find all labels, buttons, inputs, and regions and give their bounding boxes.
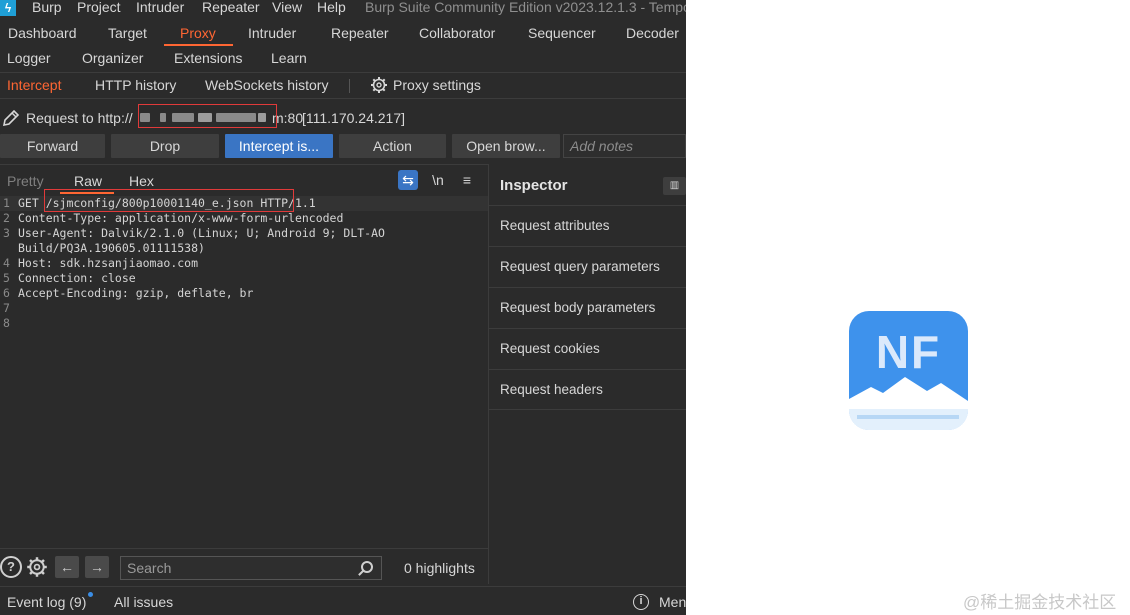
- window-title: Burp Suite Community Edition v2023.12.1.…: [365, 0, 686, 15]
- menu-intruder[interactable]: Intruder: [136, 0, 184, 15]
- request-ip: [111.170.24.217]: [302, 110, 406, 126]
- tab-dashboard[interactable]: Dashboard: [8, 25, 77, 41]
- tab-raw[interactable]: Raw: [74, 173, 102, 189]
- request-line: 7: [3, 301, 10, 315]
- help-icon[interactable]: ?: [0, 556, 22, 578]
- request-to-label: Request to http://: [26, 110, 133, 126]
- request-line: 8: [3, 316, 10, 330]
- request-editor: Pretty Raw Hex ⇆ \n ≡ 1 GET /sjmconfig/80…: [0, 164, 488, 548]
- request-line: 2 Content-Type: application/x-www-form-ur…: [3, 211, 344, 225]
- drop-button[interactable]: Drop: [111, 134, 219, 158]
- show-newlines-button[interactable]: \n: [428, 170, 448, 190]
- search-placeholder: Search: [127, 560, 172, 576]
- tab-proxy[interactable]: Proxy: [180, 25, 216, 41]
- tab-organizer[interactable]: Organizer: [82, 50, 143, 66]
- settings-gear-icon[interactable]: [26, 556, 48, 581]
- tab-hex[interactable]: Hex: [129, 173, 154, 189]
- tab-repeater[interactable]: Repeater: [331, 25, 389, 41]
- active-tab-underline: [164, 44, 233, 46]
- menu-repeater[interactable]: Repeater: [202, 0, 260, 15]
- tab-pretty[interactable]: Pretty: [7, 173, 44, 189]
- memory-indicator: Men: [659, 594, 686, 610]
- proxy-settings-button[interactable]: Proxy settings: [393, 77, 481, 93]
- status-bar: Event log (9) All issues i Men: [0, 586, 686, 615]
- highlights-count: 0 highlights: [404, 560, 475, 576]
- inspector-layout-icon[interactable]: ▥: [663, 177, 686, 195]
- request-line: 4 Host: sdk.hzsanjiaomao.com: [3, 256, 199, 270]
- subtab-intercept[interactable]: Intercept: [7, 77, 61, 93]
- request-body[interactable]: 1 GET /sjmconfig/800p10001140_e.json HTTP…: [0, 196, 488, 331]
- burp-app-icon: ϟ: [0, 0, 16, 16]
- main-tabs-row-1: Dashboard Target Proxy Intruder Repeater…: [0, 22, 686, 47]
- request-line-wrapped: Build/PQ3A.190605.01111538): [18, 241, 205, 255]
- watermark: @稀土掘金技术社区: [963, 593, 1117, 612]
- editor-search-bar: ? ← → Search 0 highlights: [0, 548, 488, 586]
- subtab-websockets-history[interactable]: WebSockets history: [205, 77, 328, 93]
- inspector-request-cookies[interactable]: Request cookies: [489, 328, 686, 369]
- tab-sequencer[interactable]: Sequencer: [528, 25, 596, 41]
- intercept-toggle-button[interactable]: Intercept is...: [225, 134, 333, 158]
- menu-help[interactable]: Help: [317, 0, 346, 15]
- menu-project[interactable]: Project: [77, 0, 121, 15]
- tab-extensions[interactable]: Extensions: [174, 50, 242, 66]
- pencil-icon[interactable]: [1, 108, 21, 131]
- search-icon[interactable]: [361, 561, 373, 573]
- menu-view[interactable]: View: [272, 0, 302, 15]
- menu-burp[interactable]: Burp: [32, 0, 62, 15]
- gear-icon: [370, 76, 388, 97]
- inspector-title: Inspector: [500, 177, 568, 194]
- request-line: 3 User-Agent: Dalvik/2.1.0 (Linux; U; And…: [3, 226, 385, 240]
- request-target-bar: Request to http:// m:80 [111.170.24.217]: [0, 100, 686, 134]
- tab-learn[interactable]: Learn: [271, 50, 307, 66]
- host-highlight-box: [138, 104, 277, 128]
- event-log-indicator: [88, 592, 93, 597]
- inspector-panel: Inspector ▥ Request attributes Request q…: [489, 164, 686, 584]
- action-button[interactable]: Action: [339, 134, 446, 158]
- inspector-request-attributes[interactable]: Request attributes: [489, 205, 686, 246]
- path-highlight-box: [44, 189, 294, 212]
- all-issues-button[interactable]: All issues: [114, 594, 173, 610]
- forward-button[interactable]: Forward: [0, 134, 105, 158]
- menu-bar: ϟ Burp Project Intruder Repeater View He…: [0, 0, 686, 20]
- inspector-request-headers[interactable]: Request headers: [489, 369, 686, 410]
- burp-suite-window: ϟ Burp Project Intruder Repeater View He…: [0, 0, 686, 615]
- proxy-subtabs: Intercept HTTP history WebSockets histor…: [0, 72, 686, 99]
- request-line: 6 Accept-Encoding: gzip, deflate, br: [3, 286, 254, 300]
- tab-collaborator[interactable]: Collaborator: [419, 25, 495, 41]
- notes-input[interactable]: Add notes: [563, 134, 686, 158]
- event-log-button[interactable]: Event log (9): [7, 594, 86, 610]
- menu-icon[interactable]: ≡: [457, 170, 477, 190]
- info-icon[interactable]: i: [633, 594, 649, 610]
- tab-logger[interactable]: Logger: [7, 50, 51, 66]
- subtab-divider: [349, 79, 350, 93]
- tab-target[interactable]: Target: [108, 25, 147, 41]
- wrap-lines-icon[interactable]: ⇆: [398, 170, 418, 190]
- tab-decoder[interactable]: Decoder: [626, 25, 679, 41]
- app-logo: NF: [849, 311, 968, 430]
- tab-intruder[interactable]: Intruder: [248, 25, 296, 41]
- subtab-http-history[interactable]: HTTP history: [95, 77, 176, 93]
- mountain-icon: [849, 377, 968, 430]
- previous-match-arrow-icon[interactable]: ←: [55, 556, 79, 578]
- request-line: 5 Connection: close: [3, 271, 136, 285]
- search-input[interactable]: Search: [120, 556, 382, 580]
- next-match-arrow-icon[interactable]: →: [85, 556, 109, 578]
- inspector-request-body-parameters[interactable]: Request body parameters: [489, 287, 686, 328]
- open-browser-button[interactable]: Open brow...: [452, 134, 560, 158]
- main-tabs-row-2: Logger Organizer Extensions Learn: [0, 47, 686, 72]
- inspector-request-query-parameters[interactable]: Request query parameters: [489, 246, 686, 287]
